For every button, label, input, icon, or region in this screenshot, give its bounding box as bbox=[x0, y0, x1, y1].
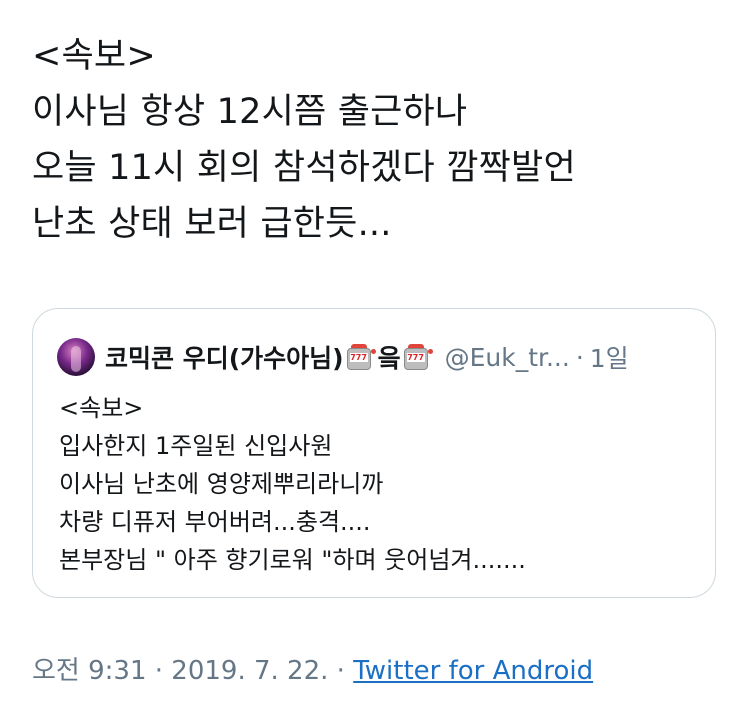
quoted-tweet-line: 본부장님 " 아주 향기로워 "하며 웃어넘겨....... bbox=[59, 546, 526, 574]
tweet-timestamp[interactable]: 오전 9:31 · 2019. 7. 22. · bbox=[32, 656, 353, 686]
client-link[interactable]: Twitter for Android bbox=[353, 656, 593, 686]
tweet-line: 이사님 항상 12시쯤 출근하나 bbox=[32, 92, 468, 132]
slot-machine-icon: 777 bbox=[346, 343, 376, 371]
tweet-metadata: 오전 9:31 · 2019. 7. 22. · Twitter for And… bbox=[32, 650, 593, 687]
slot-machine-lever bbox=[427, 349, 433, 354]
quoted-tweet-line: <속보> bbox=[59, 394, 144, 422]
quoted-tweet-line: 차량 디퓨저 부어버려...충격.... bbox=[59, 508, 371, 536]
quoted-author-name[interactable]: 코믹콘 우디(가수아님) bbox=[105, 339, 344, 375]
tweet-line: 난초 상태 보러 급한듯... bbox=[32, 204, 392, 244]
quoted-tweet-card[interactable]: 코믹콘 우디(가수아님) 777 읔 777 @Euk_tr... · 1일 <… bbox=[32, 308, 716, 598]
quoted-tweet-line: 이사님 난초에 영양제뿌리라니까 bbox=[59, 470, 384, 498]
quoted-tweet-text: <속보> 입사한지 1주일된 신입사원 이사님 난초에 영양제뿌리라니까 차량 … bbox=[59, 389, 699, 579]
avatar[interactable] bbox=[57, 338, 95, 376]
tweet-text: <속보> 이사님 항상 12시쯤 출근하나 오늘 11시 회의 참석하겠다 깜짝… bbox=[32, 28, 722, 252]
tweet-line: 오늘 11시 회의 참석하겠다 깜짝발언 bbox=[32, 148, 576, 188]
quoted-author-handle[interactable]: @Euk_tr... bbox=[445, 343, 570, 372]
quoted-tweet-line: 입사한지 1주일된 신입사원 bbox=[59, 432, 333, 460]
separator-dot: · bbox=[575, 342, 584, 372]
slot-machine-window: 777 bbox=[406, 353, 425, 362]
slot-machine-window: 777 bbox=[349, 353, 368, 362]
slot-machine-icon: 777 bbox=[403, 343, 433, 371]
slot-machine-lever bbox=[370, 349, 376, 354]
tweet-line: <속보> bbox=[32, 36, 156, 76]
quoted-author-name-suffix[interactable]: 읔 bbox=[378, 339, 401, 375]
quoted-tweet-time[interactable]: 1일 bbox=[590, 339, 629, 375]
quoted-tweet-header: 코믹콘 우디(가수아님) 777 읔 777 @Euk_tr... · 1일 bbox=[57, 337, 697, 377]
